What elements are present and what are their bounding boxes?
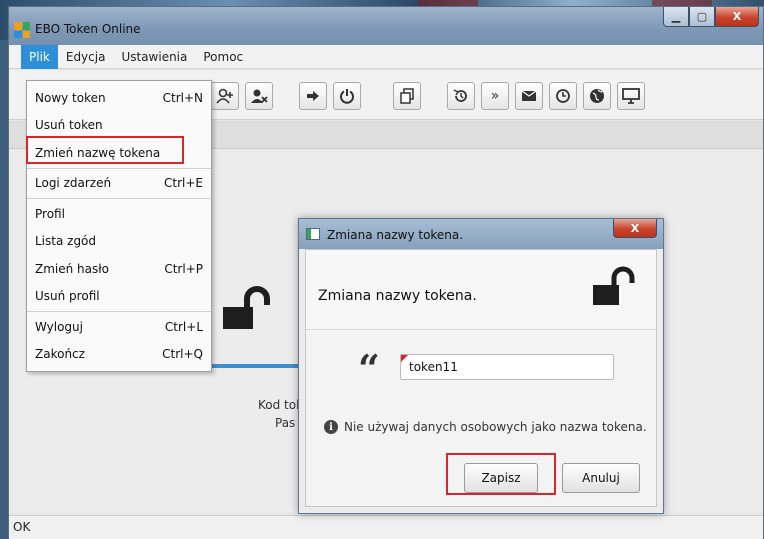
monitor-icon xyxy=(622,88,640,104)
monitor-button[interactable] xyxy=(617,82,645,110)
title-bar: EBO Token Online ▁ ▢ X xyxy=(9,7,763,45)
close-button[interactable]: X xyxy=(715,7,759,27)
quote-icon: “ xyxy=(358,346,380,391)
menu-ustawienia[interactable]: Ustawienia xyxy=(113,45,195,69)
history-button[interactable] xyxy=(447,82,475,110)
power-button[interactable] xyxy=(333,82,361,110)
menu-item-delete-token[interactable]: Usuń token xyxy=(27,112,211,140)
mail-icon xyxy=(521,90,537,101)
unlock-icon xyxy=(593,266,635,305)
save-highlight-box xyxy=(446,453,556,495)
power-icon xyxy=(340,89,354,104)
token-name-input[interactable]: token11 xyxy=(400,354,614,380)
menu-item-profile[interactable]: Profil xyxy=(27,200,211,228)
dialog-window-icon xyxy=(306,228,320,240)
menu-bar: Plik Edycja Ustawienia Pomoc xyxy=(9,44,763,69)
maximize-button[interactable]: ▢ xyxy=(689,7,715,27)
menu-plik[interactable]: Plik xyxy=(21,44,58,69)
app-icon xyxy=(14,22,30,38)
remove-user-icon xyxy=(251,89,268,103)
menu-separator xyxy=(27,198,211,199)
add-user-icon xyxy=(216,88,233,104)
add-user-button[interactable] xyxy=(211,82,239,110)
token-code-label: Kod tok xyxy=(258,398,304,412)
dialog-header-text: Zmiana nazwy tokena. xyxy=(318,288,477,304)
menu-item-delete-profile[interactable]: Usuń profil xyxy=(27,283,211,311)
menu-item-exit[interactable]: Zakończ Ctrl+Q xyxy=(27,341,211,369)
menu-separator xyxy=(27,311,211,312)
menu-item-new-token[interactable]: Nowy token Ctrl+N xyxy=(27,84,211,112)
more-icon: » xyxy=(490,88,500,104)
personal-data-warning: i Nie używaj danych osobowych jako nazwa… xyxy=(324,420,647,434)
remove-user-button[interactable] xyxy=(245,82,273,110)
login-icon xyxy=(307,91,319,101)
more-button[interactable]: » xyxy=(481,82,509,110)
minimize-button[interactable]: ▁ xyxy=(663,7,689,27)
copy-button[interactable] xyxy=(393,82,421,110)
mail-button[interactable] xyxy=(515,82,543,110)
menu-edycja[interactable]: Edycja xyxy=(58,45,114,69)
info-icon: i xyxy=(324,420,338,434)
menu-item-event-logs[interactable]: Logi zdarzeń Ctrl+E xyxy=(27,170,211,198)
cancel-button[interactable]: Anuluj xyxy=(562,463,640,493)
menu-item-logout[interactable]: Wyloguj Ctrl+L xyxy=(27,313,211,341)
clock-button[interactable] xyxy=(549,82,577,110)
dialog-close-button[interactable]: X xyxy=(613,219,657,238)
menu-pomoc[interactable]: Pomoc xyxy=(195,45,251,69)
menu-item-change-password[interactable]: Zmień hasło Ctrl+P xyxy=(27,255,211,283)
input-error-marker xyxy=(401,355,408,362)
progress-bar xyxy=(209,364,299,368)
rename-highlight-box xyxy=(26,136,184,164)
status-bar: OK xyxy=(9,515,763,539)
clock-icon xyxy=(556,89,570,103)
unlock-icon xyxy=(223,286,270,329)
globe-icon xyxy=(590,89,604,103)
menu-item-consents[interactable]: Lista zgód xyxy=(27,228,211,256)
history-icon xyxy=(453,89,467,102)
login-button[interactable] xyxy=(299,82,327,110)
globe-button[interactable] xyxy=(583,82,611,110)
dialog-title: Zmiana nazwy tokena. xyxy=(327,228,464,242)
copy-icon xyxy=(400,88,414,104)
password-label: Pas xyxy=(275,416,296,430)
dialog-title-bar: Zmiana nazwy tokena. X xyxy=(299,219,663,249)
menu-separator xyxy=(27,167,211,169)
dialog-header: Zmiana nazwy tokena. xyxy=(306,250,656,330)
window-title: EBO Token Online xyxy=(35,22,141,36)
file-menu-dropdown: Nowy token Ctrl+N Usuń token Zmień nazwę … xyxy=(26,80,212,372)
